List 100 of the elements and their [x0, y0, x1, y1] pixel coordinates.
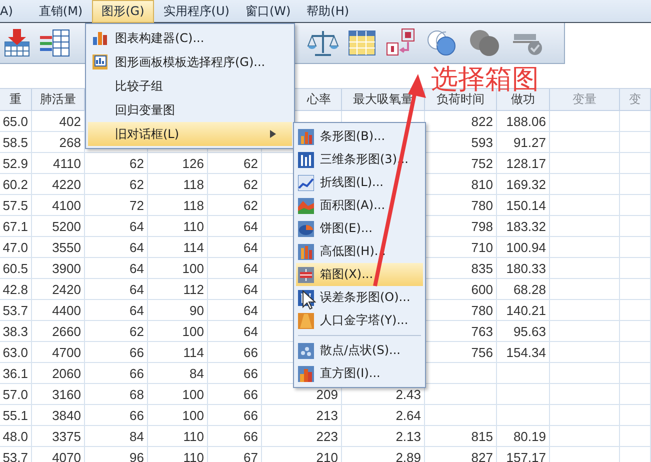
- table-cell: 66: [208, 363, 262, 384]
- menu-item[interactable]: 窗口(W): [238, 0, 298, 22]
- table-cell: 64: [208, 216, 262, 237]
- table-cell: 64: [208, 300, 262, 321]
- table-cell: 38.3: [0, 321, 32, 342]
- menu-item[interactable]: 散点/点状(S)...: [296, 339, 423, 362]
- menu-item[interactable]: 图表构建器(C)...: [88, 26, 292, 50]
- menu-item[interactable]: 图形画板模板选择程序(G)...: [88, 50, 292, 74]
- table-cell: 66: [85, 363, 148, 384]
- column-header[interactable]: 重: [0, 89, 32, 111]
- table-cell: 62: [208, 153, 262, 174]
- menu-item[interactable]: 饼图(E)...: [296, 217, 423, 240]
- table-cell: 57.5: [0, 195, 32, 216]
- menu-item[interactable]: 帮助(H): [300, 0, 356, 22]
- table-grid-icon[interactable]: [347, 28, 377, 58]
- bar-chart-icon: [92, 30, 108, 46]
- table-cell: 66: [208, 342, 262, 363]
- table-cell: 96: [85, 447, 148, 462]
- box-plot-icon: [298, 266, 314, 282]
- table-cell: 52.9: [0, 153, 32, 174]
- empty-cell: [550, 384, 620, 405]
- table-cell: 157.17: [497, 447, 550, 462]
- table-cell: 72: [85, 195, 148, 216]
- empty-cell: [620, 111, 651, 132]
- table-cell: 62: [208, 195, 262, 216]
- empty-cell: [620, 426, 651, 447]
- table-cell: 100: [148, 384, 208, 405]
- table-cell: 67.1: [0, 216, 32, 237]
- bar-chart-icon: [298, 152, 314, 168]
- table-cell: 169.32: [497, 174, 550, 195]
- table-cell: 213: [262, 405, 342, 426]
- empty-cell: [620, 321, 651, 342]
- table-cell: 66: [208, 405, 262, 426]
- empty-cell: [620, 405, 651, 426]
- menu-item[interactable]: 图形(G): [92, 0, 154, 22]
- pyramid-icon: [298, 312, 314, 328]
- table-cell: 2.64: [342, 405, 425, 426]
- table-cell: 188.06: [497, 111, 550, 132]
- table-cell: 84: [148, 363, 208, 384]
- menu-item[interactable]: 直方图(I)...: [296, 362, 423, 385]
- table-cell: 64: [85, 216, 148, 237]
- area-chart-icon: [298, 198, 314, 214]
- table-cell: 2.89: [342, 447, 425, 462]
- table-cell: 57.0: [0, 384, 32, 405]
- empty-cell: [550, 300, 620, 321]
- table-cell: 5200: [32, 216, 85, 237]
- pie-chart-icon: [298, 220, 314, 236]
- menu-item[interactable]: 直销(M): [32, 0, 90, 22]
- menu-item[interactable]: 旧对话框(L): [88, 122, 292, 146]
- table-cell: 95.63: [497, 321, 550, 342]
- menu-item[interactable]: A): [0, 1, 20, 21]
- table-cell: 3900: [32, 258, 85, 279]
- table-cell: 66: [85, 405, 148, 426]
- table-cell: 3550: [32, 237, 85, 258]
- scales-icon[interactable]: [307, 28, 339, 58]
- table-cell: 110: [148, 216, 208, 237]
- table-cell: 140.21: [497, 300, 550, 321]
- table-cell: 84: [85, 426, 148, 447]
- table-cell: 63.0: [0, 342, 32, 363]
- table-cell: 114: [148, 342, 208, 363]
- empty-cell: [550, 153, 620, 174]
- empty-cell: [550, 132, 620, 153]
- table-cell: 210: [262, 447, 342, 462]
- empty-cell: [497, 405, 550, 426]
- empty-cell: [620, 279, 651, 300]
- table-cell: 64: [208, 321, 262, 342]
- import-data-icon[interactable]: [3, 28, 31, 58]
- table-cell: 827: [425, 447, 497, 462]
- empty-cell: [497, 384, 550, 405]
- table-cell: 100: [148, 258, 208, 279]
- empty-cell: [550, 279, 620, 300]
- empty-cell: [620, 132, 651, 153]
- table-cell: 118: [148, 174, 208, 195]
- table-cell: 114: [148, 237, 208, 258]
- table-cell: 118: [148, 195, 208, 216]
- value-labels-icon[interactable]: [385, 28, 417, 58]
- menu-item[interactable]: 条形图(B)...: [296, 125, 423, 148]
- menu-item[interactable]: 箱图(X)...: [296, 263, 423, 286]
- empty-cell: [550, 363, 620, 384]
- empty-cell: [497, 363, 550, 384]
- table-cell: 110: [148, 447, 208, 462]
- menu-item[interactable]: 实用程序(U): [156, 0, 236, 22]
- empty-cell: [550, 426, 620, 447]
- table-cell: 67: [208, 447, 262, 462]
- empty-cell: [550, 174, 620, 195]
- empty-cell: [550, 237, 620, 258]
- table-cell: 90: [148, 300, 208, 321]
- table-cell: 2060: [32, 363, 85, 384]
- table-cell: 60.2: [0, 174, 32, 195]
- empty-cell: [620, 363, 651, 384]
- empty-cell: [620, 300, 651, 321]
- table-cell: 110: [148, 426, 208, 447]
- table-cell: 2420: [32, 279, 85, 300]
- menu-item[interactable]: 人口金字塔(Y)...: [296, 309, 423, 332]
- table-cell: 53.7: [0, 300, 32, 321]
- menu-item[interactable]: 面积图(A)...: [296, 194, 423, 217]
- variables-table-icon[interactable]: [39, 28, 71, 58]
- bar-chart-icon: [298, 128, 314, 144]
- table-cell: 150.14: [497, 195, 550, 216]
- menu-item[interactable]: 折线图(L)...: [296, 171, 423, 194]
